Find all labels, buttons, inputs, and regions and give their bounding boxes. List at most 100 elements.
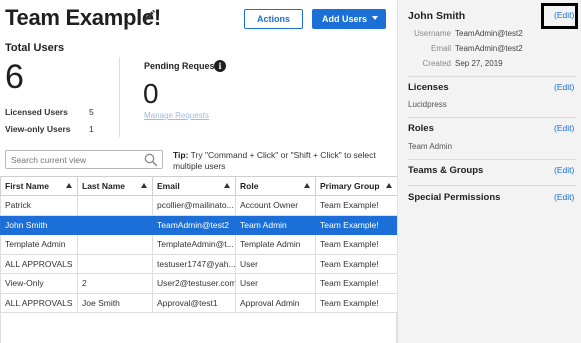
table-empty-area [0,312,397,343]
dropdown-caret-icon[interactable] [372,16,378,20]
selected-user-name: John Smith [408,10,466,22]
cell-role: Account Owner [235,195,316,216]
table-row[interactable]: Template Admin TemplateAdmin@t... Templa… [0,234,398,255]
cell-role: Template Admin [235,234,316,255]
edit-permissions-link[interactable]: (Edit) [554,192,574,202]
cell-email: TemplateAdmin@t... [152,234,236,255]
add-users-button[interactable]: Add Users [312,9,386,29]
stats-divider [119,57,120,137]
cell-first-name: ALL APPROVALS [0,292,78,313]
roles-value: Team Admin [408,142,453,151]
search-icon[interactable] [144,153,158,167]
tip-prefix: Tip: [173,150,189,160]
tip-text: Tip: Try "Command + Click" or "Shift + C… [173,150,383,171]
created-label: Created [422,59,451,68]
sort-arrow-icon[interactable] [141,183,147,188]
sort-arrow-icon[interactable] [386,183,392,188]
cell-last-name: Joe Smith [77,292,153,313]
licensed-users-label: Licensed Users [5,107,68,117]
cell-last-name [77,195,153,216]
table-header-row: First Name Last Name Email Role Primary … [0,176,398,196]
pending-requests-count: 0 [143,78,159,109]
column-label: Email [157,181,180,191]
table-row[interactable]: ALL APPROVALS Joe Smith Approval@test1 A… [0,292,398,313]
cell-role: User [235,273,316,294]
cell-primary-group: Team Example! [315,292,398,313]
email-value: TeamAdmin@test2 [455,44,523,53]
cell-email: Approval@test1 [152,292,236,313]
user-details-panel: John Smith (Edit) Username TeamAdmin@tes… [397,0,581,343]
cell-primary-group: Team Example! [315,195,398,216]
table-row[interactable]: ALL APPROVALS testuser1747@yah... User T… [0,253,398,274]
cell-first-name: Patrick [0,195,78,216]
cell-primary-group: Team Example! [315,273,398,294]
total-users-count: 6 [5,58,24,96]
cell-email: pcollier@mailinato... [152,195,236,216]
add-users-label: Add Users [322,14,368,24]
viewonly-users-label: View-only Users [5,124,71,134]
licensed-users-count: 5 [89,107,94,117]
edit-roles-link[interactable]: (Edit) [554,123,574,133]
roles-heading: Roles [408,123,434,134]
column-header-role[interactable]: Role [235,176,316,196]
teams-groups-heading: Teams & Groups [408,165,484,176]
sort-arrow-icon[interactable] [304,183,310,188]
section-divider [408,76,576,77]
cell-last-name [77,253,153,274]
cell-last-name: 2 [77,273,153,294]
cell-role: Team Admin [235,214,316,235]
column-label: Primary Group [320,181,380,191]
cell-last-name [77,214,153,235]
cell-email: TeamAdmin@test2 [152,214,236,235]
cell-role: User [235,253,316,274]
table-row-selected[interactable]: John Smith TeamAdmin@test2 Team Admin Te… [0,214,398,235]
table-row[interactable]: View-Only 2 User2@testuser.com User Team… [0,273,398,294]
column-header-email[interactable]: Email [152,176,236,196]
sort-arrow-icon[interactable] [66,183,72,188]
username-label: Username [414,29,451,38]
cell-role: Approval Admin [235,292,316,313]
sort-arrow-icon[interactable] [224,183,230,188]
cell-primary-group: Team Example! [315,234,398,255]
cell-first-name: ALL APPROVALS [0,253,78,274]
section-divider [408,159,576,160]
column-label: Last Name [82,181,125,191]
page-title: Team Example! [5,5,161,30]
users-table: First Name Last Name Email Role Primary … [0,176,398,313]
viewonly-users-count: 1 [89,124,94,134]
special-permissions-heading: Special Permissions [408,192,501,203]
username-value: TeamAdmin@test2 [455,29,523,38]
created-value: Sep 27, 2019 [455,59,503,68]
email-label: Email [430,44,451,53]
edit-teams-link[interactable]: (Edit) [554,165,574,175]
tip-body: Try "Command + Click" or "Shift + Click"… [173,150,376,171]
section-divider [408,117,576,118]
column-label: First Name [5,181,49,191]
cell-email: testuser1747@yah... [152,253,236,274]
cell-first-name: View-Only [0,273,78,294]
cell-primary-group: Team Example! [315,253,398,274]
cell-first-name: John Smith [0,214,78,235]
column-header-last-name[interactable]: Last Name [77,176,153,196]
cell-email: User2@testuser.com [152,273,236,294]
column-header-first-name[interactable]: First Name [0,176,78,196]
search-input[interactable] [5,150,163,169]
manage-requests-link[interactable]: Manage Requests [144,111,209,120]
actions-button[interactable]: Actions [244,9,303,29]
total-users-label: Total Users [5,42,65,54]
table-row[interactable]: Patrick pcollier@mailinato... Account Ow… [0,195,398,216]
licenses-heading: Licenses [408,82,449,93]
pencil-icon[interactable] [141,8,157,24]
section-divider [408,185,576,186]
cell-last-name [77,234,153,255]
column-label: Role [240,181,259,191]
cell-primary-group: Team Example! [315,214,398,235]
edit-user-link[interactable]: (Edit) [554,10,574,20]
cell-first-name: Template Admin [0,234,78,255]
column-header-primary-group[interactable]: Primary Group [315,176,398,196]
licenses-value: Lucidpress [408,100,447,109]
edit-licenses-link[interactable]: (Edit) [554,82,574,92]
pending-requests-label: Pending Requests [144,61,223,71]
info-icon[interactable]: i [214,60,226,72]
team-main-panel: Team Example! Actions Add Users Total Us… [0,0,398,343]
